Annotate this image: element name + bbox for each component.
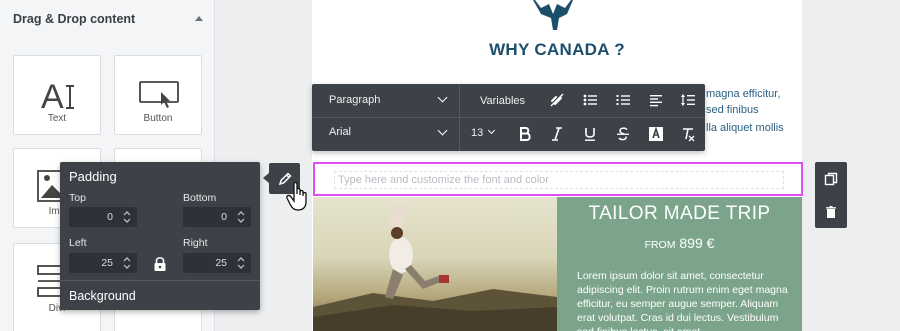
text-color-icon <box>649 126 663 141</box>
lock-icon[interactable] <box>153 256 167 272</box>
price-value: 899 € <box>679 235 715 251</box>
padding-top-value: 0 <box>107 211 113 223</box>
left-label: Left <box>69 237 87 249</box>
trash-icon <box>826 205 836 218</box>
italic-button[interactable] <box>544 121 570 147</box>
numbered-list-button[interactable] <box>610 87 636 113</box>
promo-block[interactable]: TAILOR MADE TRIP FROM 899 € Lorem ipsum … <box>557 197 802 331</box>
body-text-line: magna efficitur, <box>706 88 781 100</box>
align-button[interactable] <box>643 87 669 113</box>
padding-left-value: 25 <box>101 257 113 269</box>
underline-icon <box>585 128 595 141</box>
photo-image[interactable] <box>313 197 557 331</box>
padding-title: Padding <box>69 169 117 184</box>
bullet-list-icon <box>583 94 597 106</box>
body-text-line: lla aliquet mollis <box>706 122 784 134</box>
text-format-toolbar: Paragraph Variables Arial 13 <box>312 84 705 151</box>
tile-label: Button <box>143 113 173 124</box>
paragraph-format-select[interactable]: Paragraph <box>329 94 380 106</box>
chevron-down-icon[interactable] <box>437 125 448 136</box>
font-family-select[interactable]: Arial <box>329 126 351 138</box>
clear-format-icon <box>683 128 695 142</box>
padding-right-value: 25 <box>215 257 227 269</box>
bullet-list-button[interactable] <box>577 87 603 113</box>
spinner-arrows-icon[interactable] <box>237 255 245 271</box>
section-heading: WHY CANADA ? <box>489 40 625 59</box>
block-actions <box>815 162 847 228</box>
hand-cursor-icon <box>286 182 307 211</box>
from-label: FROM <box>644 239 676 251</box>
underline-button[interactable] <box>577 121 603 147</box>
button-block-tile[interactable]: Button <box>114 55 202 135</box>
bottom-label: Bottom <box>183 192 217 204</box>
delete-block-button[interactable] <box>815 195 847 228</box>
promo-price: FROM 899 € <box>557 235 802 251</box>
toolbar-divider <box>459 84 460 151</box>
bold-icon <box>520 127 531 141</box>
padding-settings-panel: Padding Top 0 Bottom 0 Left 25 Right 25 … <box>60 162 260 310</box>
numbered-list-icon <box>616 95 630 105</box>
italic-icon <box>552 127 562 141</box>
spinner-arrows-icon[interactable] <box>123 255 131 271</box>
variables-button[interactable]: Variables <box>480 95 525 107</box>
right-label: Right <box>183 237 208 249</box>
panel-divider <box>60 280 260 281</box>
strikethrough-icon <box>617 127 629 141</box>
strikethrough-button[interactable] <box>610 121 636 147</box>
tile-label: Text <box>47 113 67 124</box>
padding-bottom-value: 0 <box>221 211 227 223</box>
selected-text-block[interactable]: Type here and customize the font and col… <box>313 162 803 196</box>
padding-top-input[interactable]: 0 <box>69 207 137 227</box>
spinner-arrows-icon[interactable] <box>237 209 245 225</box>
line-height-button[interactable] <box>675 87 701 113</box>
text-editor-field[interactable]: Type here and customize the font and col… <box>334 171 784 189</box>
duplicate-block-button[interactable] <box>815 162 847 195</box>
collapse-caret-icon[interactable] <box>195 16 203 21</box>
spinner-arrows-icon[interactable] <box>123 209 131 225</box>
clear-link-button[interactable] <box>544 87 570 113</box>
clear-format-button[interactable] <box>675 121 701 147</box>
chevron-down-icon[interactable] <box>487 126 496 135</box>
jumping-person-image <box>313 205 557 331</box>
promo-title: TAILOR MADE TRIP <box>588 203 771 224</box>
padding-left-input[interactable]: 25 <box>69 253 137 273</box>
background-section-toggle[interactable]: Background <box>69 289 136 303</box>
line-height-icon <box>681 94 695 106</box>
padding-bottom-input[interactable]: 0 <box>183 207 251 227</box>
unlink-icon <box>550 93 564 107</box>
chevron-down-icon[interactable] <box>437 92 448 103</box>
text-block-tile[interactable]: A Text <box>13 55 101 135</box>
panel-title: Drag & Drop content <box>13 12 136 26</box>
bold-button[interactable] <box>512 121 538 147</box>
copy-icon <box>824 172 838 185</box>
font-size-select[interactable]: 13 <box>471 127 483 139</box>
toolbar-divider <box>312 117 705 118</box>
promo-body: Lorem ipsum dolor sit amet, consectetur … <box>577 270 788 331</box>
maple-leaf-icon <box>533 0 573 30</box>
text-color-button[interactable] <box>643 121 669 147</box>
padding-right-input[interactable]: 25 <box>183 253 251 273</box>
align-left-icon <box>650 95 662 107</box>
svg-text:A: A <box>41 78 64 116</box>
top-label: Top <box>69 192 86 204</box>
body-text-line: sed finibus <box>706 104 759 116</box>
